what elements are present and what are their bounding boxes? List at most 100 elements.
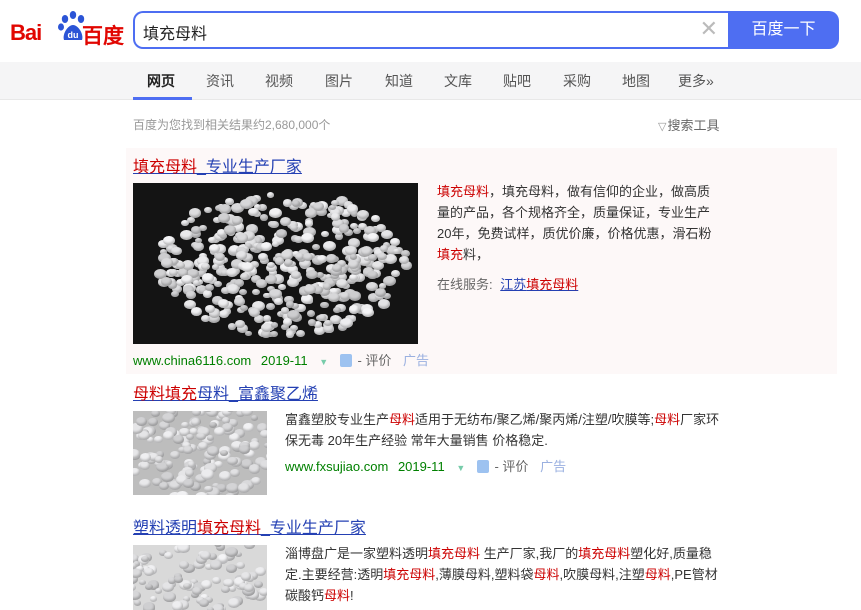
text-segment: 富鑫塑胶专业生产: [285, 412, 390, 427]
result-description: 淄博盘广是一家塑料透明填充母料 生产厂家,我厂的填充母料塑化好,质量稳定.主要经…: [285, 543, 725, 606]
pellet-shape: [212, 604, 225, 610]
tab-web[interactable]: 网页: [147, 71, 175, 91]
keyword-highlight: 填充母料: [428, 546, 481, 561]
text-segment: 母料: [197, 386, 230, 403]
dropdown-caret-icon[interactable]: ▼: [319, 357, 328, 367]
pellet-shape: [217, 298, 229, 308]
pellet-shape: [185, 434, 194, 441]
pellet-shape: [266, 302, 276, 310]
rate-link[interactable]: - 评价: [494, 459, 528, 474]
result-source-line: www.fxsujiao.com 2019-11 ▼ - 评价 广告: [285, 456, 566, 475]
pellet-shape: [236, 562, 246, 570]
pellet-shape: [204, 283, 215, 292]
pellet-shape: [391, 270, 401, 278]
tab-more[interactable]: 更多»: [678, 71, 714, 91]
keyword-highlight: 母料: [324, 588, 351, 603]
pellet-shape: [324, 319, 332, 326]
keyword-highlight: 母料: [389, 412, 416, 427]
pellet-shape: [211, 264, 220, 270]
pellet-shape: [143, 567, 155, 577]
result-title[interactable]: 填充母料_专业生产厂家: [133, 153, 302, 177]
pellet-shape: [244, 545, 256, 550]
text-segment: _专业生产厂家: [197, 159, 302, 176]
result-title[interactable]: 塑料透明填充母料_专业生产厂家: [133, 514, 366, 538]
pellet-shape: [225, 546, 238, 557]
online-service-link[interactable]: 江苏填充母料: [500, 277, 578, 292]
pellet-shape: [252, 288, 260, 295]
pellet-shape: [270, 321, 279, 328]
pellet-shape: [229, 469, 240, 478]
pellet-shape: [312, 243, 320, 250]
online-service: 在线服务: 江苏填充母料: [437, 274, 578, 293]
pellet-shape: [174, 576, 183, 583]
shield-icon[interactable]: [339, 354, 352, 367]
pellet-shape: [202, 290, 213, 298]
pellet-shape: [161, 582, 174, 593]
pellet-shape: [186, 291, 196, 299]
pellet-shape: [357, 209, 369, 219]
keyword-highlight: 填充: [437, 247, 464, 262]
tab-news[interactable]: 资讯: [206, 71, 234, 91]
text-segment: !: [350, 588, 354, 603]
search-query-text[interactable]: 填充母料: [143, 20, 207, 44]
tab-map[interactable]: 地图: [622, 71, 650, 91]
tab-tieba[interactable]: 贴吧: [503, 71, 531, 91]
pellet-shape: [160, 258, 173, 268]
pellet-shape: [220, 585, 230, 593]
pellet-shape: [320, 301, 329, 309]
baidu-logo[interactable]: Bai du 百度: [10, 8, 126, 48]
rate-link[interactable]: - 评价: [357, 353, 391, 368]
tab-zhidao[interactable]: 知道: [385, 71, 413, 91]
text-segment: 生产厂家,我厂的: [480, 546, 579, 561]
result-thumbnail[interactable]: [133, 411, 267, 495]
pellet-shape: [196, 432, 206, 441]
result-thumbnail[interactable]: [133, 183, 418, 344]
pellet-shape: [323, 283, 331, 290]
search-input[interactable]: 填充母料 ✕: [133, 11, 728, 49]
result-description: 富鑫塑胶专业生产母料适用于无纺布/聚乙烯/聚丙烯/注塑/吹膜等;母料厂家环保无毒…: [285, 409, 725, 451]
pellet-shape: [306, 310, 316, 318]
pellet-shape: [249, 441, 261, 451]
dropdown-caret-icon[interactable]: ▼: [456, 463, 465, 473]
keyword-highlight: 母料: [133, 386, 166, 403]
tab-video[interactable]: 视频: [265, 71, 293, 91]
pellet-shape: [195, 492, 208, 495]
result-url[interactable]: www.fxsujiao.com: [285, 459, 388, 474]
pellet-shape: [236, 251, 247, 260]
pellet-shape: [251, 476, 262, 485]
pellet-shape: [321, 230, 329, 237]
result-title[interactable]: 母料填充母料_富鑫聚乙烯: [133, 380, 318, 404]
pellet-shape: [335, 278, 348, 289]
pellet-shape: [260, 459, 267, 470]
pellet-shape: [148, 418, 158, 426]
result-thumbnail[interactable]: [133, 545, 267, 610]
pellet-shape: [245, 330, 253, 337]
text-segment: 淄博盘广是一家塑料透明: [285, 546, 429, 561]
result-source-line: www.china6116.com 2019-11 ▼ - 评价 广告: [133, 350, 429, 369]
tab-images[interactable]: 图片: [325, 71, 353, 91]
pellet-shape: [171, 246, 182, 256]
pellet-shape: [286, 277, 299, 288]
pellet-shape: [192, 280, 200, 286]
close-icon[interactable]: ✕: [700, 17, 718, 41]
pellet-shape: [164, 551, 173, 559]
pellet-shape: [326, 254, 337, 263]
search-tools-button[interactable]: ▽搜索工具: [658, 115, 719, 134]
pellet-shape: [241, 261, 254, 272]
pellet-shape: [338, 224, 350, 233]
pellet-shape: [282, 199, 293, 207]
pellet-shape: [181, 421, 189, 428]
shield-icon[interactable]: [476, 460, 489, 473]
tab-purchase[interactable]: 采购: [563, 71, 591, 91]
pellet-shape: [258, 587, 267, 596]
pellet-shape: [226, 456, 238, 466]
pellet-shape: [269, 330, 278, 337]
pellet-shape: [266, 261, 275, 269]
search-button[interactable]: 百度一下: [728, 11, 839, 49]
pellet-shape: [305, 269, 318, 280]
pellet-shape: [271, 241, 279, 247]
tab-wenku[interactable]: 文库: [444, 71, 472, 91]
pellet-shape: [273, 298, 283, 305]
pellet-shape: [204, 206, 212, 213]
result-url[interactable]: www.china6116.com: [133, 353, 251, 368]
